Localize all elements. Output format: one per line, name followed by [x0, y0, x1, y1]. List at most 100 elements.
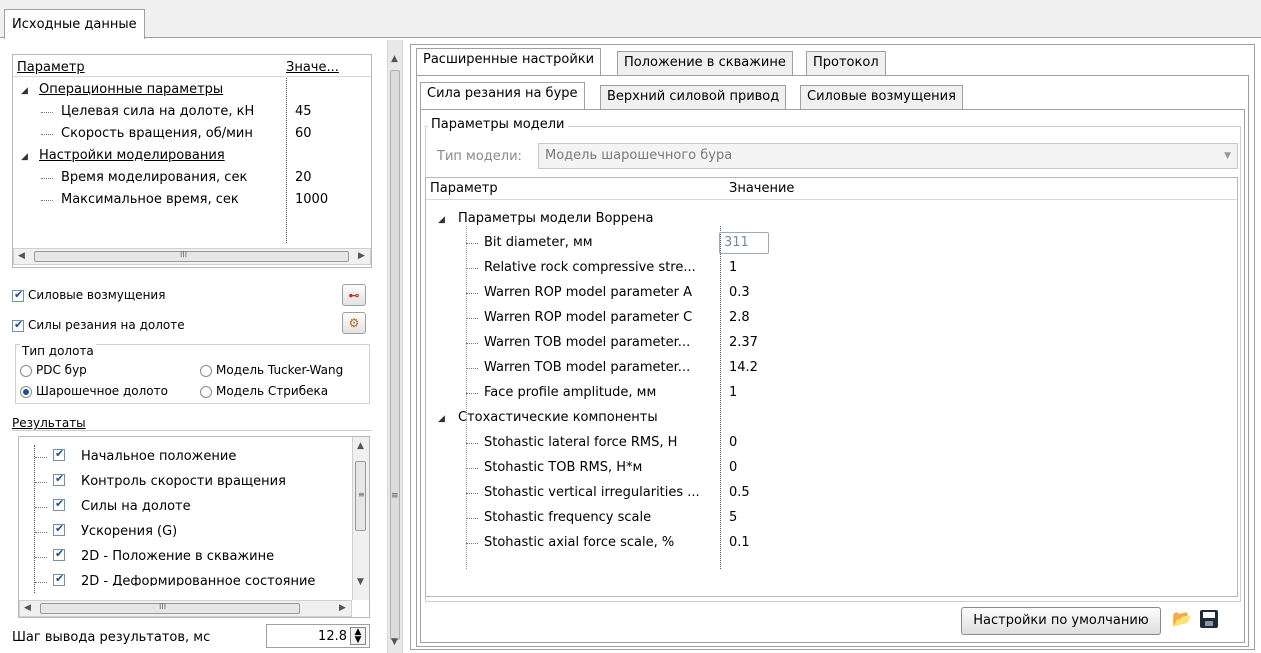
collapse-icon[interactable]: ◢: [21, 86, 28, 96]
scroll-thumb[interactable]: III: [40, 602, 300, 614]
tree-line: [466, 368, 478, 369]
tree-item-target-force[interactable]: Целевая сила на долоте, кН: [61, 101, 254, 123]
model-type-combo[interactable]: Модель шарошечного бура ▼: [538, 143, 1238, 169]
disturbance-icon: ⊷: [348, 289, 360, 302]
collapse-icon[interactable]: ◢: [438, 414, 445, 424]
result-item-bit-forces[interactable]: Силы на долоте: [81, 496, 191, 518]
scroll-thumb[interactable]: III: [34, 250, 349, 262]
grid-value-tob-rms[interactable]: 0: [729, 457, 737, 479]
grid-value-frequency-scale[interactable]: 5: [729, 507, 737, 529]
result-checkbox-bit-forces[interactable]: [53, 497, 65, 511]
tree-line: [41, 200, 53, 201]
grid-category-warren[interactable]: Параметры модели Воррена: [458, 208, 653, 230]
grid-item-lateral-rms[interactable]: Stohastic lateral force RMS, Н: [484, 432, 677, 454]
spin-arrows-icon[interactable]: ▲ ▼: [350, 627, 366, 645]
force-disturbances-settings-button[interactable]: ⊷: [342, 284, 366, 306]
scroll-down-icon[interactable]: ▼: [391, 637, 398, 647]
grid-input-bit-diameter[interactable]: 311: [719, 232, 769, 254]
scroll-right-icon[interactable]: ▶: [339, 603, 346, 613]
grid-value-tob-2[interactable]: 14.2: [729, 357, 758, 379]
tree-category-simulation[interactable]: Настройки моделирования: [39, 145, 225, 167]
grid-item-tob-2[interactable]: Warren TOB model parameter...: [484, 357, 690, 379]
result-item-2d-deformed[interactable]: 2D - Деформированное состояние: [81, 571, 315, 586]
param-column-header[interactable]: Параметр: [17, 60, 85, 75]
tab-advanced-settings[interactable]: Расширенные настройки: [416, 48, 602, 75]
result-item-accelerations[interactable]: Ускорения (G): [81, 521, 177, 543]
cutting-forces-checkbox[interactable]: [12, 318, 24, 332]
tab-well-position[interactable]: Положение в скважине: [617, 51, 793, 75]
results-vertical-scrollbar[interactable]: ▲ ≡ ▼: [352, 437, 369, 600]
grid-item-tob-rms[interactable]: Stohastic TOB RMS, Н*м: [484, 457, 642, 479]
scroll-up-icon[interactable]: ▲: [357, 441, 364, 451]
subtab-force-disturbances[interactable]: Силовые возмущения: [800, 85, 963, 109]
result-checkbox-2d-deformed[interactable]: [53, 572, 65, 586]
radio-roller-cone[interactable]: [20, 386, 32, 398]
grid-value-lateral-rms[interactable]: 0: [729, 432, 737, 454]
force-disturbances-label: Силовые возмущения: [28, 288, 166, 302]
grid-item-bit-diameter[interactable]: Bit diameter, мм: [484, 232, 593, 254]
grid-item-face-profile[interactable]: Face profile amplitude, мм: [484, 382, 656, 404]
scroll-left-icon[interactable]: ◀: [18, 251, 25, 261]
scroll-right-icon[interactable]: ▶: [358, 251, 365, 261]
grid-param-column-header[interactable]: Параметр: [430, 181, 498, 196]
force-disturbances-checkbox[interactable]: [12, 288, 24, 302]
value-column-header[interactable]: Значе...: [286, 60, 339, 75]
chevron-down-icon[interactable]: ▼: [1224, 144, 1231, 168]
grid-item-tob-1[interactable]: Warren TOB model parameter...: [484, 332, 690, 354]
grid-item-vertical-irregularities[interactable]: Stohastic vertical irregularities ...: [484, 482, 700, 504]
result-checkbox-2d-position[interactable]: [53, 547, 65, 561]
output-step-spinbox[interactable]: 12.8 ▲ ▼: [266, 624, 370, 648]
grid-item-rop-c[interactable]: Warren ROP model parameter C: [484, 307, 692, 329]
grid-value-tob-1[interactable]: 2.37: [729, 332, 758, 354]
output-step-value[interactable]: 12.8: [318, 629, 347, 644]
tab-source-data[interactable]: Исходные данные: [4, 9, 145, 39]
grid-value-axial-force-scale[interactable]: 0.1: [729, 532, 750, 554]
scroll-down-icon[interactable]: ▼: [357, 577, 364, 587]
tree-value-rotation-speed[interactable]: 60: [295, 123, 312, 145]
radio-pdc[interactable]: [20, 365, 32, 377]
results-horizontal-scrollbar[interactable]: ◀ III ▶: [19, 600, 352, 617]
splitter-thumb[interactable]: ≡: [390, 70, 400, 640]
tab-protocol[interactable]: Протокол: [806, 51, 886, 75]
panel-splitter[interactable]: ▲ ≡ ▼: [387, 40, 403, 653]
clip-row: 2D - Деформированное состояние: [19, 569, 352, 586]
result-item-initial-position[interactable]: Начальное положение: [81, 446, 236, 468]
grid-value-vertical-irregularities[interactable]: 0.5: [729, 482, 750, 504]
grid-item-axial-force-scale[interactable]: Stohastic axial force scale, %: [484, 532, 674, 554]
grid-value-face-profile[interactable]: 1: [729, 382, 737, 404]
subtab-top-drive[interactable]: Верхний силовой привод: [600, 85, 787, 109]
scroll-left-icon[interactable]: ◀: [24, 603, 31, 613]
grid-item-rop-a[interactable]: Warren ROP model parameter A: [484, 282, 692, 304]
collapse-icon[interactable]: ◢: [438, 215, 445, 225]
grid-value-rock-strength[interactable]: 1: [729, 257, 737, 279]
scroll-thumb[interactable]: ≡: [355, 461, 366, 531]
tree-value-target-force[interactable]: 45: [295, 101, 312, 123]
save-icon[interactable]: [1200, 610, 1218, 628]
radio-stribeck[interactable]: [200, 386, 212, 398]
collapse-icon[interactable]: ◢: [21, 152, 28, 162]
tree-category-operational[interactable]: Операционные параметры: [39, 79, 223, 101]
result-checkbox-rotation-control[interactable]: [53, 472, 65, 486]
grid-category-stochastic[interactable]: Стохастические компоненты: [458, 407, 658, 429]
result-checkbox-initial-position[interactable]: [53, 447, 65, 461]
grid-value-rop-c[interactable]: 2.8: [729, 307, 750, 329]
grid-item-rock-strength[interactable]: Relative rock compressive stre...: [484, 257, 696, 279]
grid-item-frequency-scale[interactable]: Stohastic frequency scale: [484, 507, 651, 529]
result-item-2d-position[interactable]: 2D - Положение в скважине: [81, 546, 274, 568]
grid-value-column-header[interactable]: Значение: [729, 181, 794, 196]
grid-value-rop-a[interactable]: 0.3: [729, 282, 750, 304]
result-checkbox-accelerations[interactable]: [53, 522, 65, 536]
radio-tucker-wang[interactable]: [200, 365, 212, 377]
defaults-button[interactable]: Настройки по умолчанию: [961, 607, 1161, 635]
result-item-rotation-control[interactable]: Контроль скорости вращения: [81, 471, 286, 493]
tree-item-max-time[interactable]: Максимальное время, сек: [61, 189, 239, 211]
open-folder-icon[interactable]: 📂: [1170, 609, 1194, 631]
scroll-up-icon[interactable]: ▲: [391, 54, 398, 64]
tree-value-sim-time[interactable]: 20: [295, 167, 312, 189]
tree-value-max-time[interactable]: 1000: [295, 189, 328, 211]
params-horizontal-scrollbar[interactable]: ◀ III ▶: [13, 248, 371, 265]
cutting-forces-settings-button[interactable]: ⚙: [342, 312, 366, 334]
subtab-cutting-force[interactable]: Сила резания на буре: [420, 82, 585, 109]
tree-item-rotation-speed[interactable]: Скорость вращения, об/мин: [61, 123, 253, 145]
tree-item-sim-time[interactable]: Время моделирования, сек: [61, 167, 247, 189]
